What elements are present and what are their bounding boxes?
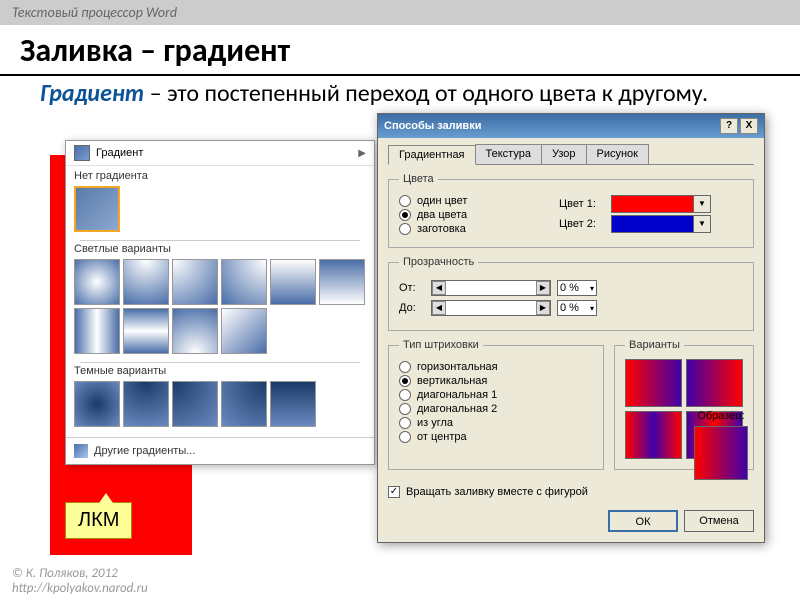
scroll-right-icon[interactable]: ▶ [536, 301, 550, 315]
gradient-swatch[interactable] [221, 259, 267, 305]
lmb-callout: ЛКМ [65, 502, 132, 539]
gradient-swatch[interactable] [74, 381, 120, 427]
to-label: До: [399, 302, 425, 314]
radio-center[interactable] [399, 431, 411, 443]
tab-texture[interactable]: Текстура [475, 144, 542, 164]
gradient-swatch[interactable] [270, 259, 316, 305]
vertical-label[interactable]: вертикальная [417, 375, 487, 387]
gradient-swatch[interactable] [123, 308, 169, 354]
radio-one-color[interactable] [399, 195, 411, 207]
no-gradient-label: Нет градиента [74, 170, 366, 182]
gradient-swatch[interactable] [172, 381, 218, 427]
gradient-icon [74, 145, 90, 161]
gradient-swatch[interactable] [221, 381, 267, 427]
tab-gradient[interactable]: Градиентная [388, 145, 476, 165]
copyright-line: © К. Поляков, 2012 [12, 567, 148, 581]
color1-picker[interactable] [611, 195, 711, 213]
more-gradients-button[interactable]: Другие градиенты... [66, 437, 374, 464]
transparency-group: Прозрачность От: ◀▶ 0 % До: ◀▶ 0 % [388, 256, 754, 331]
gradient-settings-icon [74, 444, 88, 458]
more-gradients-label: Другие градиенты... [94, 445, 195, 457]
transparency-legend: Прозрачность [399, 256, 478, 268]
slide-subtitle: Текстовый процессор Word [0, 0, 800, 25]
gradient-swatch[interactable] [270, 381, 316, 427]
help-button[interactable]: ? [720, 118, 738, 134]
chevron-right-icon: ▶ [358, 148, 366, 159]
center-label[interactable]: от центра [417, 431, 467, 443]
gradient-swatch[interactable] [74, 308, 120, 354]
scroll-left-icon[interactable]: ◀ [432, 281, 446, 295]
gradient-swatch[interactable] [74, 259, 120, 305]
gradient-swatch[interactable] [172, 308, 218, 354]
sample-preview [694, 426, 748, 480]
gradient-swatch[interactable] [123, 259, 169, 305]
radio-vertical[interactable] [399, 375, 411, 387]
diag1-label[interactable]: диагональная 1 [417, 389, 497, 401]
color1-label: Цвет 1: [559, 198, 607, 210]
color2-label: Цвет 2: [559, 218, 607, 230]
no-gradient-swatch[interactable] [74, 186, 120, 232]
corner-label[interactable]: из угла [417, 417, 453, 429]
gallery-title: Градиент [96, 147, 358, 159]
variants-legend: Варианты [625, 339, 684, 351]
radio-two-colors[interactable] [399, 209, 411, 221]
rotate-checkbox[interactable]: ✓ [388, 486, 400, 498]
colors-group: Цвета один цвет два цвета заготовка Цвет… [388, 173, 754, 248]
slide-footer: © К. Поляков, 2012 http://kpolyakov.naro… [12, 567, 148, 596]
tab-picture[interactable]: Рисунок [586, 144, 650, 164]
fill-effects-dialog: Способы заливки ? X Градиентная Текстура… [377, 113, 765, 543]
one-color-label[interactable]: один цвет [417, 195, 467, 207]
horizontal-label[interactable]: горизонтальная [417, 361, 498, 373]
to-percent-input[interactable]: 0 % [557, 300, 597, 316]
color2-picker[interactable] [611, 215, 711, 233]
cancel-button[interactable]: Отмена [684, 510, 754, 532]
tab-pattern[interactable]: Узор [541, 144, 587, 164]
scroll-right-icon[interactable]: ▶ [536, 281, 550, 295]
radio-diag1[interactable] [399, 389, 411, 401]
gradient-swatch[interactable] [123, 381, 169, 427]
shading-legend: Тип штриховки [399, 339, 483, 351]
radio-preset[interactable] [399, 223, 411, 235]
rotate-label[interactable]: Вращать заливку вместе с фигурой [406, 486, 588, 498]
gradient-swatch[interactable] [172, 259, 218, 305]
variant-swatch[interactable] [625, 411, 682, 459]
from-percent-input[interactable]: 0 % [557, 280, 597, 296]
dark-variants-label: Темные варианты [74, 365, 366, 377]
radio-corner[interactable] [399, 417, 411, 429]
dialog-tabs: Градиентная Текстура Узор Рисунок [388, 144, 754, 165]
scroll-left-icon[interactable]: ◀ [432, 301, 446, 315]
sample-panel: Образец: [694, 410, 748, 480]
radio-diag2[interactable] [399, 403, 411, 415]
preset-label[interactable]: заготовка [417, 223, 466, 235]
to-slider[interactable]: ◀▶ [431, 300, 551, 316]
two-colors-label[interactable]: два цвета [417, 209, 467, 221]
radio-horizontal[interactable] [399, 361, 411, 373]
gradient-swatch[interactable] [221, 308, 267, 354]
slide-title: Заливка – градиент [0, 25, 800, 76]
shading-group: Тип штриховки горизонтальная вертикальна… [388, 339, 604, 470]
colors-legend: Цвета [399, 173, 438, 185]
gallery-header[interactable]: Градиент ▶ [66, 141, 374, 166]
keyword: Градиент [40, 79, 144, 108]
dialog-title-text: Способы заливки [384, 120, 481, 132]
diag2-label[interactable]: диагональная 2 [417, 403, 497, 415]
variant-swatch[interactable] [625, 359, 682, 407]
definition: – это постепенный переход от одного цвет… [144, 79, 708, 108]
sample-label: Образец: [694, 410, 748, 422]
light-variants-label: Светлые варианты [74, 243, 366, 255]
variant-swatch[interactable] [686, 359, 743, 407]
close-button[interactable]: X [740, 118, 758, 134]
from-slider[interactable]: ◀▶ [431, 280, 551, 296]
ok-button[interactable]: ОК [608, 510, 678, 532]
gradient-swatch[interactable] [319, 259, 365, 305]
from-label: От: [399, 282, 425, 294]
dialog-titlebar[interactable]: Способы заливки ? X [378, 114, 764, 138]
url-line: http://kpolyakov.narod.ru [12, 582, 148, 596]
gradient-gallery-popup[interactable]: Градиент ▶ Нет градиента Светлые вариант… [65, 140, 375, 465]
